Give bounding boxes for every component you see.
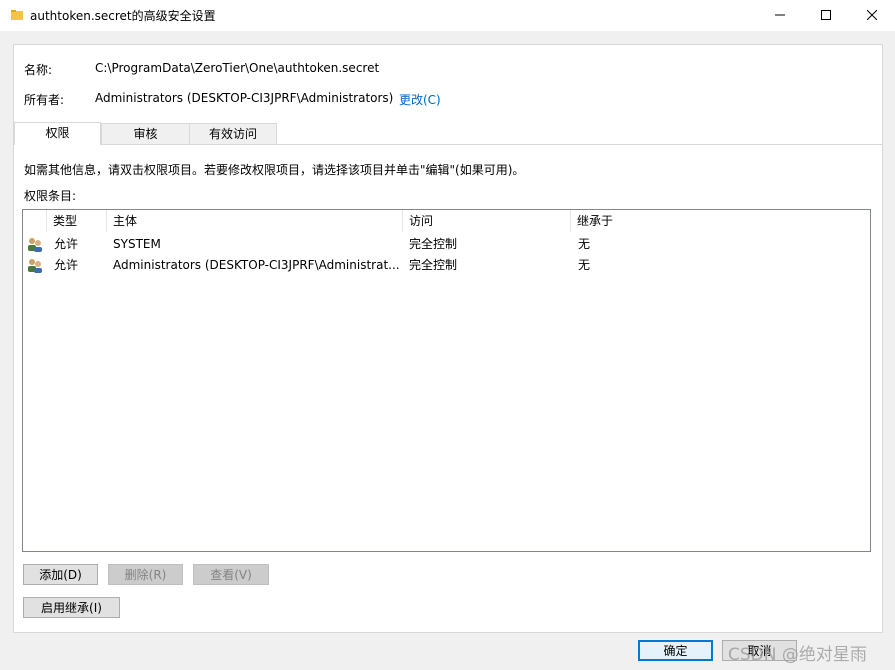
- header-access[interactable]: 访问: [403, 210, 571, 232]
- remove-button[interactable]: 删除(R): [108, 564, 183, 585]
- enable-inheritance-button[interactable]: 启用继承(I): [23, 597, 120, 618]
- change-owner-link[interactable]: 更改(C): [399, 91, 441, 108]
- owner-value: Administrators (DESKTOP-CI3JPRF\Administ…: [95, 91, 394, 105]
- list-header: 类型 主体 访问 继承于: [23, 210, 870, 232]
- cell-type: 允许: [54, 237, 79, 251]
- close-button[interactable]: [849, 0, 895, 31]
- name-label: 名称:: [24, 63, 53, 77]
- cell-access: 完全控制: [409, 258, 458, 272]
- header-principal[interactable]: 主体: [107, 210, 403, 232]
- table-row[interactable]: 允许 Administrators (DESKTOP-CI3JPRF\Admin…: [23, 255, 870, 276]
- close-icon: [867, 10, 877, 20]
- header-inherited-from[interactable]: 继承于: [571, 210, 870, 232]
- cell-inherited: 无: [578, 237, 591, 251]
- cell-principal: Administrators (DESKTOP-CI3JPRF\Administ…: [113, 258, 400, 272]
- add-button[interactable]: 添加(D): [23, 564, 98, 585]
- view-button[interactable]: 查看(V): [193, 564, 269, 585]
- header-icon-col: [23, 210, 47, 232]
- permission-entries-list[interactable]: 类型 主体 访问 继承于 允许 SYSTEM 完全控制 无 允许 Adminis…: [22, 209, 871, 552]
- ok-button[interactable]: 确定: [638, 640, 713, 661]
- users-icon: [28, 238, 42, 252]
- header-type[interactable]: 类型: [47, 210, 107, 232]
- cell-type: 允许: [54, 258, 79, 272]
- entries-label: 权限条目:: [24, 189, 77, 203]
- window-title: authtoken.secret的高级安全设置: [30, 9, 216, 23]
- cell-access: 完全控制: [409, 237, 458, 251]
- folder-icon: [11, 10, 23, 20]
- cell-inherited: 无: [578, 258, 591, 272]
- maximize-button[interactable]: [803, 0, 849, 31]
- title-bar: authtoken.secret的高级安全设置: [0, 0, 895, 31]
- name-value: C:\ProgramData\ZeroTier\One\authtoken.se…: [95, 61, 380, 75]
- maximize-icon: [821, 10, 831, 20]
- users-icon: [28, 259, 42, 273]
- table-row[interactable]: 允许 SYSTEM 完全控制 无: [23, 234, 870, 255]
- tab-effective-access[interactable]: 有效访问: [189, 123, 277, 144]
- instructions-text: 如需其他信息，请双击权限项目。若要修改权限项目，请选择该项目并单击"编辑"(如果…: [24, 163, 525, 177]
- minimize-icon: [775, 14, 785, 16]
- watermark: CSDN @绝对星雨: [728, 645, 867, 665]
- tab-auditing[interactable]: 审核: [101, 123, 190, 144]
- tab-divider: [14, 144, 882, 145]
- cell-principal: SYSTEM: [113, 237, 161, 251]
- minimize-button[interactable]: [757, 0, 803, 31]
- owner-label: 所有者:: [24, 93, 65, 107]
- tab-permissions[interactable]: 权限: [14, 122, 101, 145]
